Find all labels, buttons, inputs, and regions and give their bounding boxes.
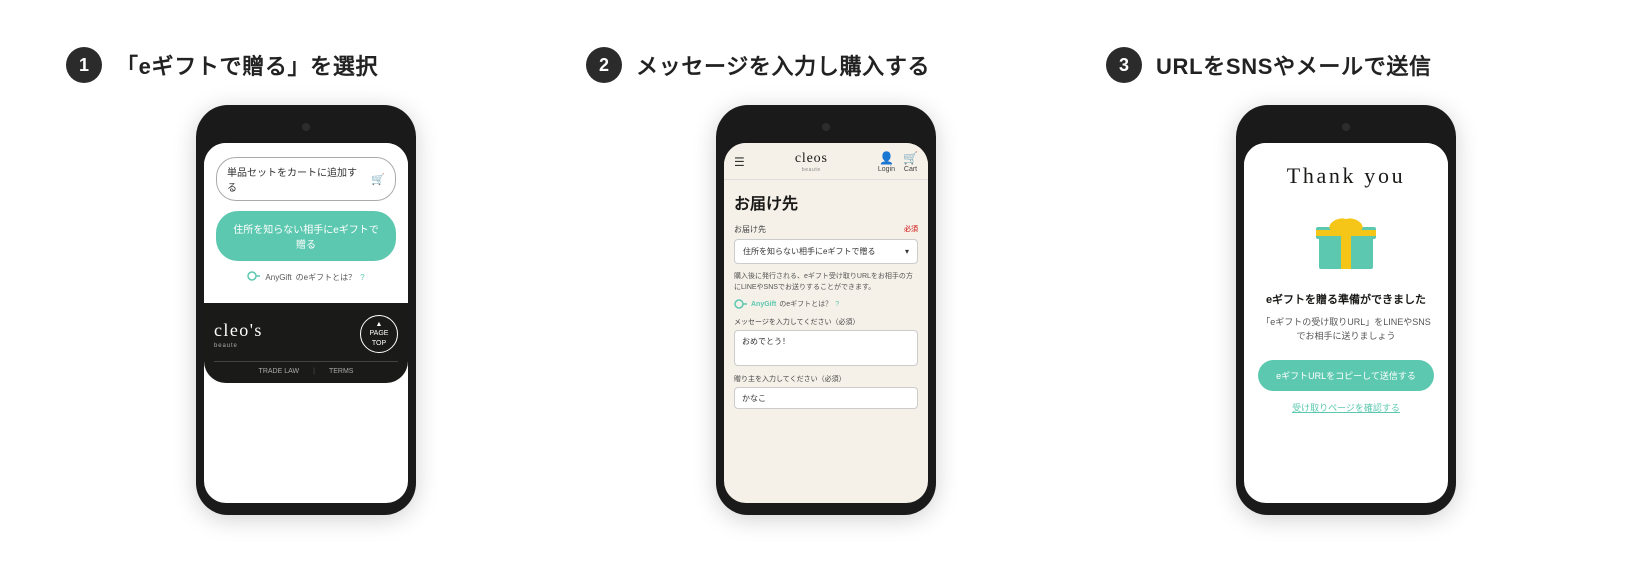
screen2-select[interactable]: 住所を知らない相手にeギフトで贈る ▾: [734, 239, 918, 264]
gift-icon: [1311, 205, 1381, 275]
phone-3-mockup: Thank you: [1236, 105, 1456, 515]
login-label: Login: [878, 166, 895, 173]
main-container: 1 「eギフトで贈る」を選択 単品セットをカートに追加する 🛒 住所を知らない相…: [0, 17, 1652, 545]
phone-1-screen: 単品セットをカートに追加する 🛒 住所を知らない相手にeギフトで贈る AnyGi…: [204, 143, 408, 503]
screen2-message-label: メッセージを入力してください（必須）: [734, 317, 918, 327]
screen2-question-icon: ?: [835, 301, 839, 308]
step-2-header: 2 メッセージを入力し購入する: [566, 47, 930, 83]
phone-3-camera: [1342, 123, 1350, 131]
step-1-header: 1 「eギフトで贈る」を選択: [46, 47, 378, 83]
screen1-brand: cleo's beaute ▲ PAGE TOP: [214, 315, 398, 353]
cart-label: Cart: [904, 166, 917, 173]
screen3-view-link[interactable]: 受け取りページを確認する: [1258, 401, 1434, 414]
screen1-footer: TRADE LAW | TERMS: [214, 361, 398, 375]
screen2-anygift: AnyGift のeギフトとは？ ?: [734, 299, 918, 309]
step-2-title: メッセージを入力し購入する: [636, 49, 930, 81]
brand-text: cleo's beaute: [214, 320, 263, 349]
anygift-label: AnyGift: [265, 273, 291, 282]
step-3-number: 3: [1106, 47, 1142, 83]
screen2-body: お届け先 お届け先 必須 住所を知らない相手にeギフトで贈る ▾ 購入後に発行さ…: [724, 180, 928, 419]
screen2-logo-sub: beaute: [795, 167, 828, 173]
screen2-anygift-logo: AnyGift: [751, 301, 776, 308]
footer-terms[interactable]: TERMS: [329, 368, 354, 375]
screen1-gift-button[interactable]: 住所を知らない相手にeギフトで贈る: [216, 211, 396, 261]
step-3: 3 URLをSNSやメールで送信 Thank you: [1086, 47, 1606, 515]
cart-icon: 🛒: [371, 173, 385, 186]
step-3-title: URLをSNSやメールで送信: [1156, 49, 1432, 81]
hamburger-icon[interactable]: ☰: [734, 155, 745, 169]
cart-icon-group[interactable]: 🛒 Cart: [903, 151, 918, 173]
screen2-anygift-link[interactable]: のeギフトとは？: [779, 299, 832, 309]
screen2-sender-label: 贈り主を入力してください（必須）: [734, 374, 918, 384]
phone-2-notch: [786, 117, 866, 137]
page-top-arrow: ▲: [376, 320, 383, 329]
phone-1-notch: [266, 117, 346, 137]
screen2-required: 必須: [904, 224, 918, 235]
screen1-cart-button[interactable]: 単品セットをカートに追加する 🛒: [216, 157, 396, 201]
footer-divider: |: [313, 368, 315, 375]
phone-2-mockup: ☰ cleos beaute 👤 Login 🛒 Cart: [716, 105, 936, 515]
screen2-message-input[interactable]: おめでとう！: [734, 330, 918, 366]
screen1-top: 単品セットをカートに追加する 🛒 住所を知らない相手にeギフトで贈る AnyGi…: [204, 143, 408, 303]
screen3-body: Thank you: [1244, 143, 1448, 428]
chevron-down-icon: ▾: [905, 247, 909, 256]
phone-3-screen: Thank you: [1244, 143, 1448, 503]
phone-3-notch: [1306, 117, 1386, 137]
screen1-anygift: AnyGift のeギフトとは？ ?: [216, 271, 396, 283]
screen2-desc: 購入後に発行される、eギフト受け取りURLをお相手の方にLINEやSNSでお送り…: [734, 272, 918, 293]
step-2: 2 メッセージを入力し購入する ☰ cleos beaute 👤 Log: [566, 47, 1086, 515]
page-top-button[interactable]: ▲ PAGE TOP: [360, 315, 398, 353]
screen2-logo: cleos: [795, 151, 828, 167]
step-2-number: 2: [586, 47, 622, 83]
screen1-cart-label: 単品セットをカートに追加する: [227, 164, 365, 194]
cart-icon: 🛒: [903, 151, 918, 165]
anygift-logo: [247, 271, 261, 283]
page-top-top: TOP: [372, 339, 386, 348]
anygift-link[interactable]: のeギフトとは？: [296, 272, 356, 283]
screen3-desc: 「eギフトの受け取りURL」をLINEやSNSでお相手に送りましょう: [1258, 315, 1434, 344]
question-icon: ?: [360, 273, 364, 282]
login-icon-group[interactable]: 👤 Login: [878, 151, 895, 173]
brand-sub: beaute: [214, 343, 263, 349]
footer-trade-law[interactable]: TRADE LAW: [259, 368, 300, 375]
screen2-field-label: お届け先: [734, 224, 766, 235]
step-1-number: 1: [66, 47, 102, 83]
screen2-page-title: お届け先: [734, 190, 918, 214]
screen1-bottom: cleo's beaute ▲ PAGE TOP TRADE LAW | TER…: [204, 303, 408, 383]
screen3-copy-button[interactable]: eギフトURLをコピーして送信する: [1258, 360, 1434, 391]
phone-2-screen: ☰ cleos beaute 👤 Login 🛒 Cart: [724, 143, 928, 503]
step-1: 1 「eギフトで贈る」を選択 単品セットをカートに追加する 🛒 住所を知らない相…: [46, 47, 566, 515]
screen3-thank-you: Thank you: [1258, 163, 1434, 189]
page-top-label: PAGE: [370, 329, 389, 338]
phone-1-mockup: 単品セットをカートに追加する 🛒 住所を知らない相手にeギフトで贈る AnyGi…: [196, 105, 416, 515]
step-1-title: 「eギフトで贈る」を選択: [116, 49, 378, 81]
screen2-header: ☰ cleos beaute 👤 Login 🛒 Cart: [724, 143, 928, 180]
step-3-header: 3 URLをSNSやメールで送信: [1086, 47, 1432, 83]
brand-name: cleo's: [214, 320, 263, 341]
user-icon: 👤: [879, 151, 894, 165]
screen2-logo-area: cleos beaute: [795, 151, 828, 173]
phone-2-camera: [822, 123, 830, 131]
screen2-field-label-row: お届け先 必須: [734, 224, 918, 235]
phone-1-camera: [302, 123, 310, 131]
screen2-select-value: 住所を知らない相手にeギフトで贈る: [743, 246, 875, 257]
screen2-sender-input[interactable]: かなこ: [734, 387, 918, 409]
screen3-ready-text: eギフトを贈る準備ができました: [1258, 291, 1434, 307]
screen2-header-icons: 👤 Login 🛒 Cart: [878, 151, 918, 173]
